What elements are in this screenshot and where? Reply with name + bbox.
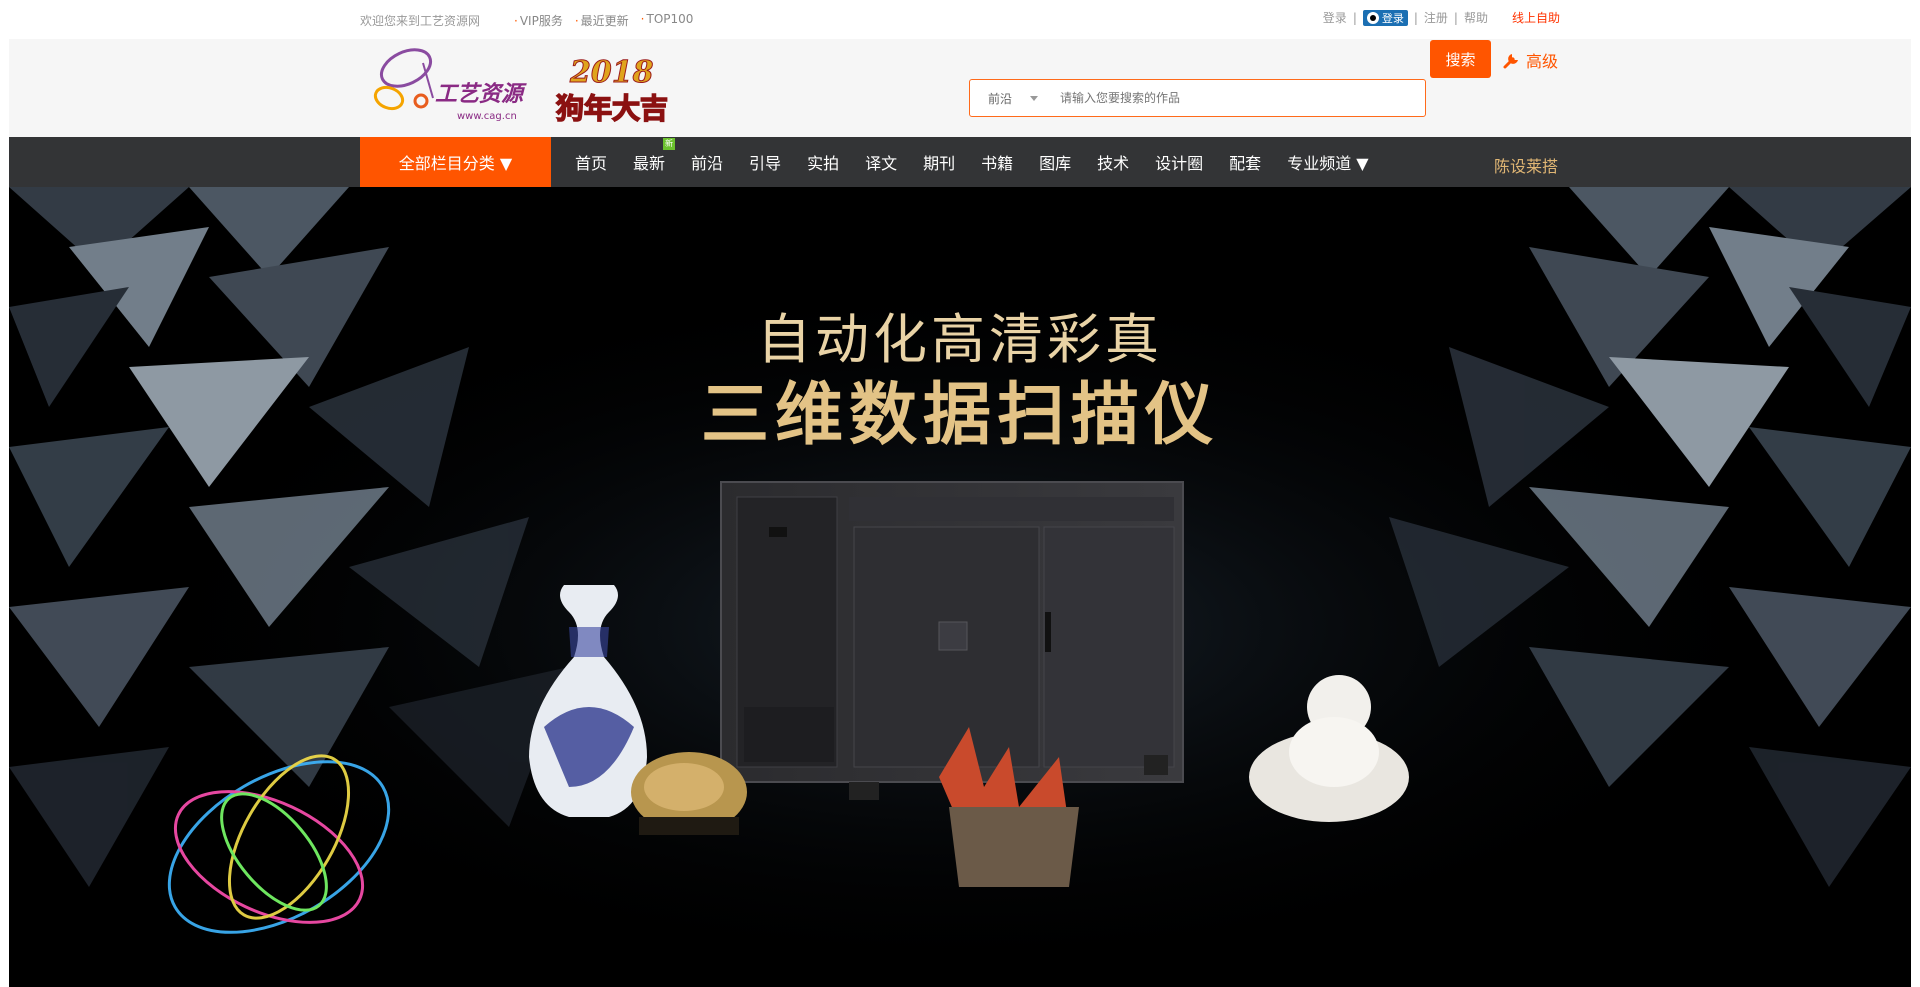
account-links: 登录 | 登录 | 注册 | 帮助 线上自助 bbox=[1323, 9, 1560, 26]
qq-login-button[interactable]: 登录 bbox=[1362, 9, 1408, 26]
nav-item-home[interactable]: 首页 bbox=[562, 150, 620, 174]
nav-item-translations[interactable]: 译文 bbox=[852, 150, 910, 174]
new-year-text: 狗年大吉 bbox=[556, 92, 668, 125]
new-badge: 新 bbox=[663, 138, 676, 150]
nav-item-special[interactable]: 陈设莱搭 bbox=[1494, 153, 1558, 177]
nav-item-design-circle[interactable]: 设计圈 bbox=[1142, 150, 1216, 174]
logo-text: 工艺资源 bbox=[435, 82, 527, 107]
main-nav: 全部栏目分类 ▼ 首页 最新新 前沿 引导 实拍 译文 期刊 书籍 图库 技术 … bbox=[9, 137, 1911, 187]
scanner-device bbox=[720, 481, 1184, 800]
nav-item-frontier[interactable]: 前沿 bbox=[678, 150, 736, 174]
nav-item-gallery[interactable]: 图库 bbox=[1026, 150, 1084, 174]
gold-pot bbox=[631, 752, 747, 835]
all-categories-button[interactable]: 全部栏目分类 ▼ bbox=[360, 137, 551, 187]
nav-item-latest[interactable]: 最新新 bbox=[620, 138, 678, 174]
search-button[interactable]: 搜索 bbox=[1430, 40, 1491, 78]
banner-headline-line2: 三维数据扫描仪 bbox=[700, 376, 1219, 455]
divider: | bbox=[1413, 10, 1418, 25]
wrench-icon bbox=[1503, 54, 1518, 69]
search-input[interactable] bbox=[1060, 83, 1425, 113]
welcome-text: 欢迎您来到工艺资源网 bbox=[360, 14, 481, 28]
advanced-search-link[interactable]: 高级 bbox=[1502, 48, 1558, 72]
hero-banner[interactable]: 自动化高清彩真 三维数据扫描仪 bbox=[9, 187, 1911, 987]
site-logo[interactable]: 工艺资源 www.cag.cn bbox=[361, 43, 531, 129]
divider: | bbox=[1352, 10, 1357, 25]
page: 欢迎您来到工艺资源网 · VIP服务 · 最近更新 · TOP100 登录 | 登录 … bbox=[0, 0, 1920, 987]
nav-item-books[interactable]: 书籍 bbox=[968, 150, 1026, 174]
search-category-select[interactable]: 前沿 bbox=[970, 90, 1060, 107]
advanced-label: 高级 bbox=[1526, 52, 1559, 71]
nav-item-guide[interactable]: 引导 bbox=[736, 150, 794, 174]
qq-icon bbox=[1366, 11, 1379, 24]
top-links: · VIP服务 · 最近更新 · TOP100 bbox=[514, 12, 693, 29]
new-year-year: 2018 bbox=[569, 55, 654, 90]
nav-item-journals[interactable]: 期刊 bbox=[910, 150, 968, 174]
online-help-link[interactable]: 线上自助 bbox=[1512, 9, 1560, 26]
nav-item-accessories[interactable]: 配套 bbox=[1216, 150, 1274, 174]
header: 工艺资源 www.cag.cn 2018 狗年大吉 前沿 bbox=[9, 39, 1911, 137]
search-category-value: 前沿 bbox=[988, 91, 1013, 106]
recent-updates-link[interactable]: · 最近更新 bbox=[575, 12, 629, 29]
nav-item-channels[interactable]: 专业频道 ▼ bbox=[1274, 150, 1381, 174]
search-box: 前沿 bbox=[969, 79, 1426, 117]
vip-service-link[interactable]: · VIP服务 bbox=[514, 12, 563, 29]
new-year-badge: 2018 狗年大吉 bbox=[555, 55, 669, 126]
top-bar: 欢迎您来到工艺资源网 · VIP服务 · 最近更新 · TOP100 登录 | 登录 … bbox=[0, 0, 1920, 39]
chevron-down-icon bbox=[1030, 95, 1039, 101]
top100-link[interactable]: · TOP100 bbox=[641, 12, 694, 29]
register-link[interactable]: 注册 bbox=[1424, 9, 1448, 26]
nav-list: 首页 最新新 前沿 引导 实拍 译文 期刊 书籍 图库 技术 设计圈 配套 专业… bbox=[562, 137, 1382, 187]
divider: | bbox=[1453, 10, 1458, 25]
help-link[interactable]: 帮助 bbox=[1464, 9, 1488, 26]
nav-item-technology[interactable]: 技术 bbox=[1084, 150, 1142, 174]
logo-url: www.cag.cn bbox=[457, 111, 517, 122]
login-link[interactable]: 登录 bbox=[1323, 9, 1347, 26]
nav-item-photos[interactable]: 实拍 bbox=[794, 150, 852, 174]
